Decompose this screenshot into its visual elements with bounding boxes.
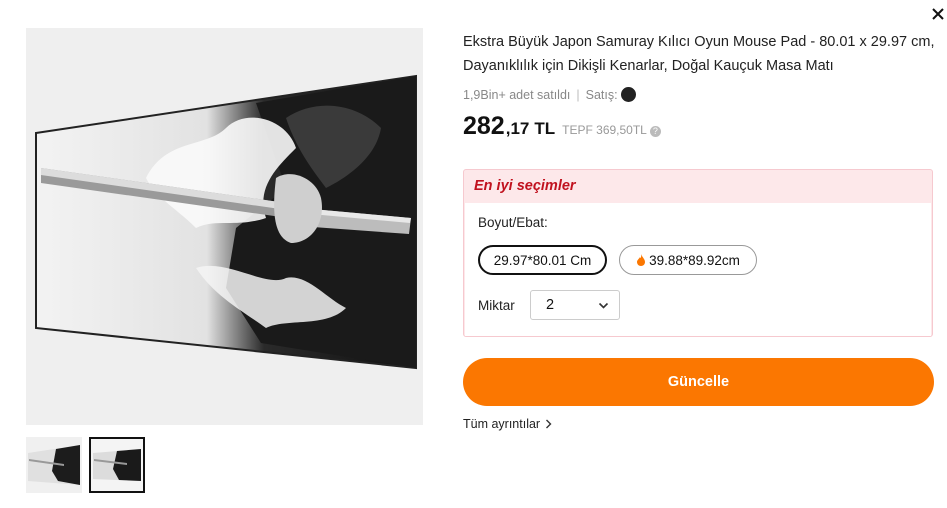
thumbnail-2[interactable] bbox=[89, 437, 145, 493]
fire-icon bbox=[637, 254, 646, 266]
quantity-value: 2 bbox=[546, 297, 555, 313]
old-price: TEPF 369,50TL bbox=[562, 123, 647, 137]
quantity-label: Miktar bbox=[478, 298, 515, 313]
best-choices-panel: En iyi seçimler Boyut/Ebat: 29.97*80.01 … bbox=[463, 169, 933, 337]
size-option-label: 39.88*89.92cm bbox=[649, 252, 740, 268]
product-meta: 1,9Bin+ adet satıldı | Satış: bbox=[463, 87, 938, 102]
thumbnail-1[interactable] bbox=[26, 437, 82, 493]
size-option-label: 29.97*80.01 Cm bbox=[493, 252, 592, 268]
product-info: Ekstra Büyük Japon Samuray Kılıcı Oyun M… bbox=[463, 30, 938, 141]
all-details-link[interactable]: Tüm ayrıntılar bbox=[463, 417, 553, 431]
size-option-39x89[interactable]: 39.88*89.92cm bbox=[619, 245, 757, 275]
seller-avatar-icon[interactable] bbox=[620, 87, 636, 102]
price-decimal: ,17 bbox=[505, 119, 530, 138]
seller-label: Satış: bbox=[585, 87, 618, 102]
all-details-label: Tüm ayrıntılar bbox=[463, 417, 541, 431]
quantity-select[interactable]: 2 bbox=[530, 290, 620, 320]
update-button[interactable]: Güncelle bbox=[463, 358, 934, 406]
product-main-image[interactable] bbox=[26, 28, 423, 425]
size-option-29x80[interactable]: 29.97*80.01 Cm bbox=[478, 245, 607, 275]
chevron-down-icon bbox=[598, 302, 609, 309]
meta-divider: | bbox=[576, 87, 580, 102]
close-button[interactable] bbox=[931, 4, 947, 24]
help-icon[interactable]: ? bbox=[649, 126, 661, 137]
price-row: 282 ,17 TL TEPF 369,50TL ? bbox=[463, 112, 938, 141]
price-currency: TL bbox=[534, 119, 556, 138]
chevron-right-icon bbox=[546, 419, 552, 429]
size-label: Boyut/Ebat: bbox=[478, 215, 548, 230]
price-integer: 282 bbox=[463, 112, 505, 140]
close-icon bbox=[932, 8, 944, 20]
options-panel: Boyut/Ebat: 29.97*80.01 Cm 39.88*89.92cm… bbox=[465, 203, 931, 336]
sold-count: 1,9Bin+ adet satıldı bbox=[463, 87, 571, 102]
thumbnail-strip bbox=[26, 437, 145, 493]
best-choices-title: En iyi seçimler bbox=[474, 178, 576, 194]
product-title: Ekstra Büyük Japon Samuray Kılıcı Oyun M… bbox=[463, 34, 935, 74]
